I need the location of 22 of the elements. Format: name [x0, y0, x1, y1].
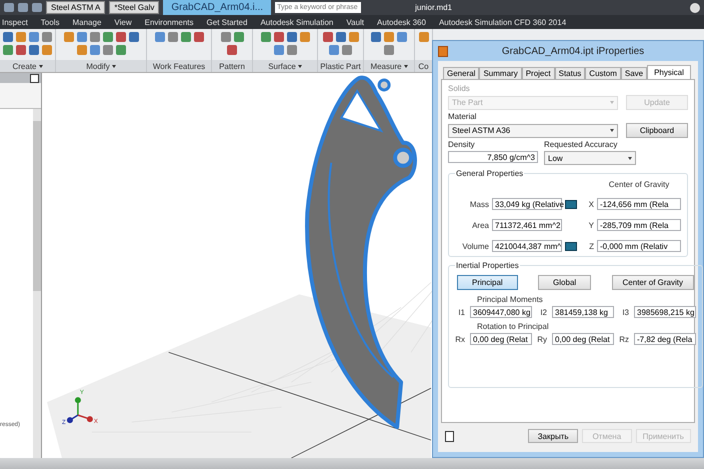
column-title: Center of Gravity — [608, 180, 670, 189]
field-label: Requested Accuracy — [544, 140, 618, 149]
field-label: Ry — [537, 334, 547, 344]
window-title: GrabCAD_Arm04.ipt iProperties — [500, 46, 646, 56]
field-label: Area — [471, 220, 489, 230]
axis-label: Y — [588, 220, 594, 230]
field-label: I3 — [621, 308, 629, 316]
field-label: Solids — [448, 84, 471, 93]
field-label: Volume — [461, 242, 489, 250]
section-title: Rotation to Principal — [476, 322, 550, 331]
section-title: Principal Moments — [476, 295, 544, 304]
field-label: Material — [448, 112, 478, 121]
field-label: Rz — [619, 334, 629, 344]
field-label: I1 — [457, 308, 465, 316]
axis-label: X — [588, 200, 594, 208]
axis-label: Z — [588, 242, 594, 250]
group-title: General Properties — [455, 169, 524, 178]
field-label: Rx — [455, 334, 465, 344]
field-label: I2 — [539, 308, 547, 316]
field-label: Density — [448, 140, 476, 149]
field-label: Mass — [468, 200, 489, 208]
group-title: Inertial Properties — [455, 261, 520, 270]
